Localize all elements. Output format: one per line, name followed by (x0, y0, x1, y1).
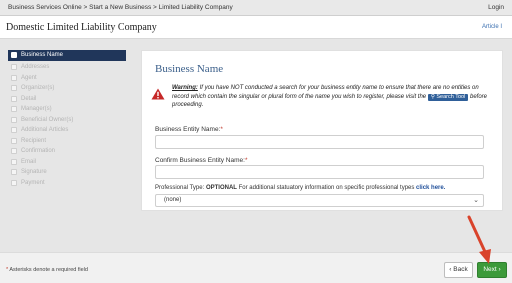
optional-label: OPTIONAL (205, 185, 237, 191)
sidebar-item-label: Business Name (21, 52, 64, 58)
sidebar-item-managers: Manager(s) (8, 104, 126, 115)
sidebar-item-label: Payment (21, 179, 45, 186)
step-checkbox (11, 127, 17, 133)
sidebar-item-signature: Signature (8, 167, 126, 178)
sidebar-item-payment: Payment (8, 178, 126, 189)
search-tool-label: Search Tool (436, 93, 466, 100)
sidebar-item-email: Email (8, 157, 126, 168)
step-checkbox (11, 179, 17, 186)
chevron-down-icon: ⌄ (473, 197, 479, 204)
sidebar-item-business-name[interactable]: Business Name (8, 50, 126, 61)
sidebar-item-label: Email (21, 158, 37, 165)
step-checkbox (11, 169, 17, 175)
page-title: Domestic Limited Liability Company (6, 22, 157, 33)
search-warning: Warning: If you have NOT conducted a sea… (172, 84, 492, 110)
footer-bar: * Asterisks denote a required field ‹ Ba… (0, 252, 512, 283)
annotation-arrow-icon (467, 215, 491, 264)
chevron-right-icon: › (496, 266, 501, 273)
warning-label: Warning: (172, 85, 198, 91)
sidebar-item-label: Signature (21, 169, 47, 175)
selected-value: (none) (164, 197, 182, 203)
professional-type-label: Professional Type: OPTIONAL For addition… (155, 185, 445, 191)
required-mark: * (220, 126, 223, 133)
professional-info-text: For additional statuatory information on… (238, 185, 415, 191)
confirm-name-label-text: Confirm Business Entity Name: (155, 157, 245, 164)
entity-name-label: Business Entity Name:* (155, 126, 223, 133)
sidebar-item-confirmation: Confirmation (8, 146, 126, 157)
required-mark: * (244, 157, 248, 164)
sidebar-item-detail: Detail (8, 94, 126, 105)
sidebar-item-addresses: Addresses (8, 62, 126, 73)
top-bar: Business Services Online > Start a New B… (0, 0, 512, 16)
next-label: Next (483, 266, 497, 273)
sidebar-item-label: Organizer(s) (21, 85, 55, 91)
sidebar-item-label: Recipient (21, 137, 47, 144)
sidebar-item-additional-articles: Additional Articles (8, 125, 126, 136)
step-checkbox (11, 85, 17, 91)
sidebar-item-label: Confirmation (21, 148, 56, 154)
article-link[interactable]: Article I (482, 24, 502, 30)
step-checkbox (11, 64, 17, 70)
step-checkbox (11, 158, 17, 165)
professional-type-text: Professional Type: (155, 185, 205, 191)
sidebar-item-agent: Agent (8, 73, 126, 84)
required-mark: * (6, 267, 9, 273)
sidebar-item-label: Additional Articles (21, 127, 69, 133)
entity-name-label-text: Business Entity Name: (155, 126, 221, 133)
required-footnote: * Asterisks denote a required field (6, 267, 88, 273)
sidebar-item-label: Addresses (21, 64, 50, 70)
professional-type-select[interactable]: (none) ⌄ (155, 194, 484, 207)
section-heading: Business Name (155, 63, 224, 75)
footnote-text: Asterisks denote a required field (9, 267, 88, 273)
sidebar-item-recipient: Recipient (8, 136, 126, 147)
sidebar-item-label: Manager(s) (21, 106, 52, 112)
page-header: Domestic Limited Liability Company Artic… (0, 17, 512, 39)
step-checkbox (11, 116, 17, 123)
confirm-name-label: Confirm Business Entity Name:* (155, 157, 247, 164)
step-checkbox (11, 95, 17, 102)
sidebar-item-label: Agent (21, 74, 37, 81)
form-panel: Business Name Addresses Agent Organizer(… (0, 39, 512, 252)
step-sidebar: Business Name Addresses Agent Organizer(… (8, 50, 126, 238)
step-checkbox (11, 52, 17, 58)
business-entity-name-input[interactable] (155, 135, 484, 149)
confirm-entity-name-input[interactable] (155, 165, 484, 179)
warning-triangle-icon (151, 88, 165, 100)
step-checkbox (11, 148, 17, 154)
back-label: Back (453, 266, 468, 273)
sidebar-item-label: Beneficial Owner(s) (21, 116, 74, 123)
sidebar-item-beneficial-owners: Beneficial Owner(s) (8, 115, 126, 126)
click-here-link[interactable]: click here. (416, 185, 445, 191)
login-link[interactable]: Login (488, 4, 504, 11)
breadcrumb[interactable]: Business Services Online > Start a New B… (8, 4, 233, 11)
business-name-card: Business Name Warning: If you have NOT c… (141, 50, 503, 211)
sidebar-item-label: Detail (21, 95, 37, 102)
step-checkbox (11, 74, 17, 81)
sidebar-item-organizers: Organizer(s) (8, 83, 126, 94)
search-tool-button[interactable]: ⚲ Search Tool (427, 93, 469, 101)
step-checkbox (11, 137, 17, 144)
step-checkbox (11, 106, 17, 112)
